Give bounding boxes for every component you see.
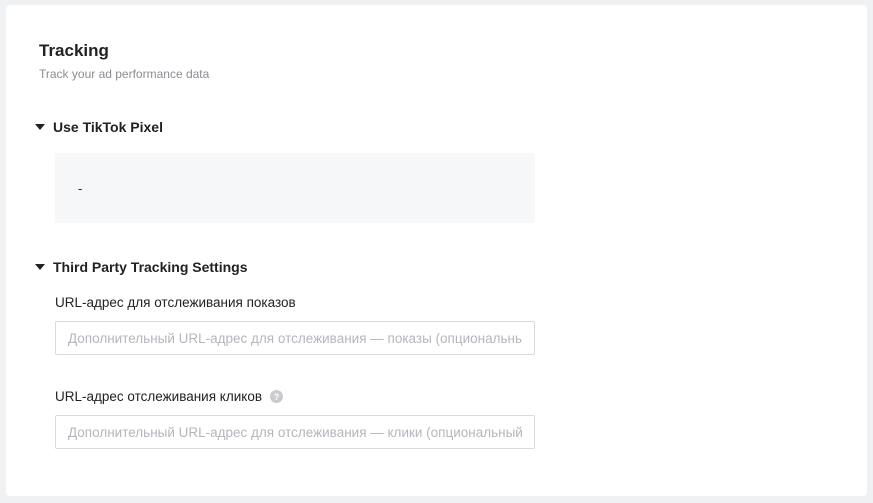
impression-url-input[interactable] [55, 321, 535, 355]
question-circle-icon[interactable]: ? [270, 390, 284, 403]
third-party-tracking-toggle[interactable]: Third Party Tracking Settings [35, 259, 248, 275]
use-tiktok-pixel-label: Use TikTok Pixel [53, 119, 163, 135]
click-url-input[interactable] [55, 415, 535, 449]
pixel-value: - [78, 181, 83, 196]
section-subtitle: Track your ad performance data [39, 67, 210, 81]
section-title: Tracking [39, 41, 109, 60]
caret-down-icon [35, 124, 45, 130]
impression-url-label: URL-адрес для отслеживания показов [55, 295, 296, 310]
pixel-value-box: - [55, 153, 535, 223]
caret-down-icon [35, 264, 45, 270]
use-tiktok-pixel-toggle[interactable]: Use TikTok Pixel [35, 119, 163, 135]
impression-url-label-text: URL-адрес для отслеживания показов [55, 295, 296, 310]
click-url-label-text: URL-адрес отслеживания кликов [55, 389, 263, 404]
tracking-card: Tracking Track your ad performance data … [6, 5, 867, 496]
third-party-tracking-label: Third Party Tracking Settings [53, 259, 248, 275]
click-url-label: URL-адрес отслеживания кликов ? [55, 389, 284, 404]
